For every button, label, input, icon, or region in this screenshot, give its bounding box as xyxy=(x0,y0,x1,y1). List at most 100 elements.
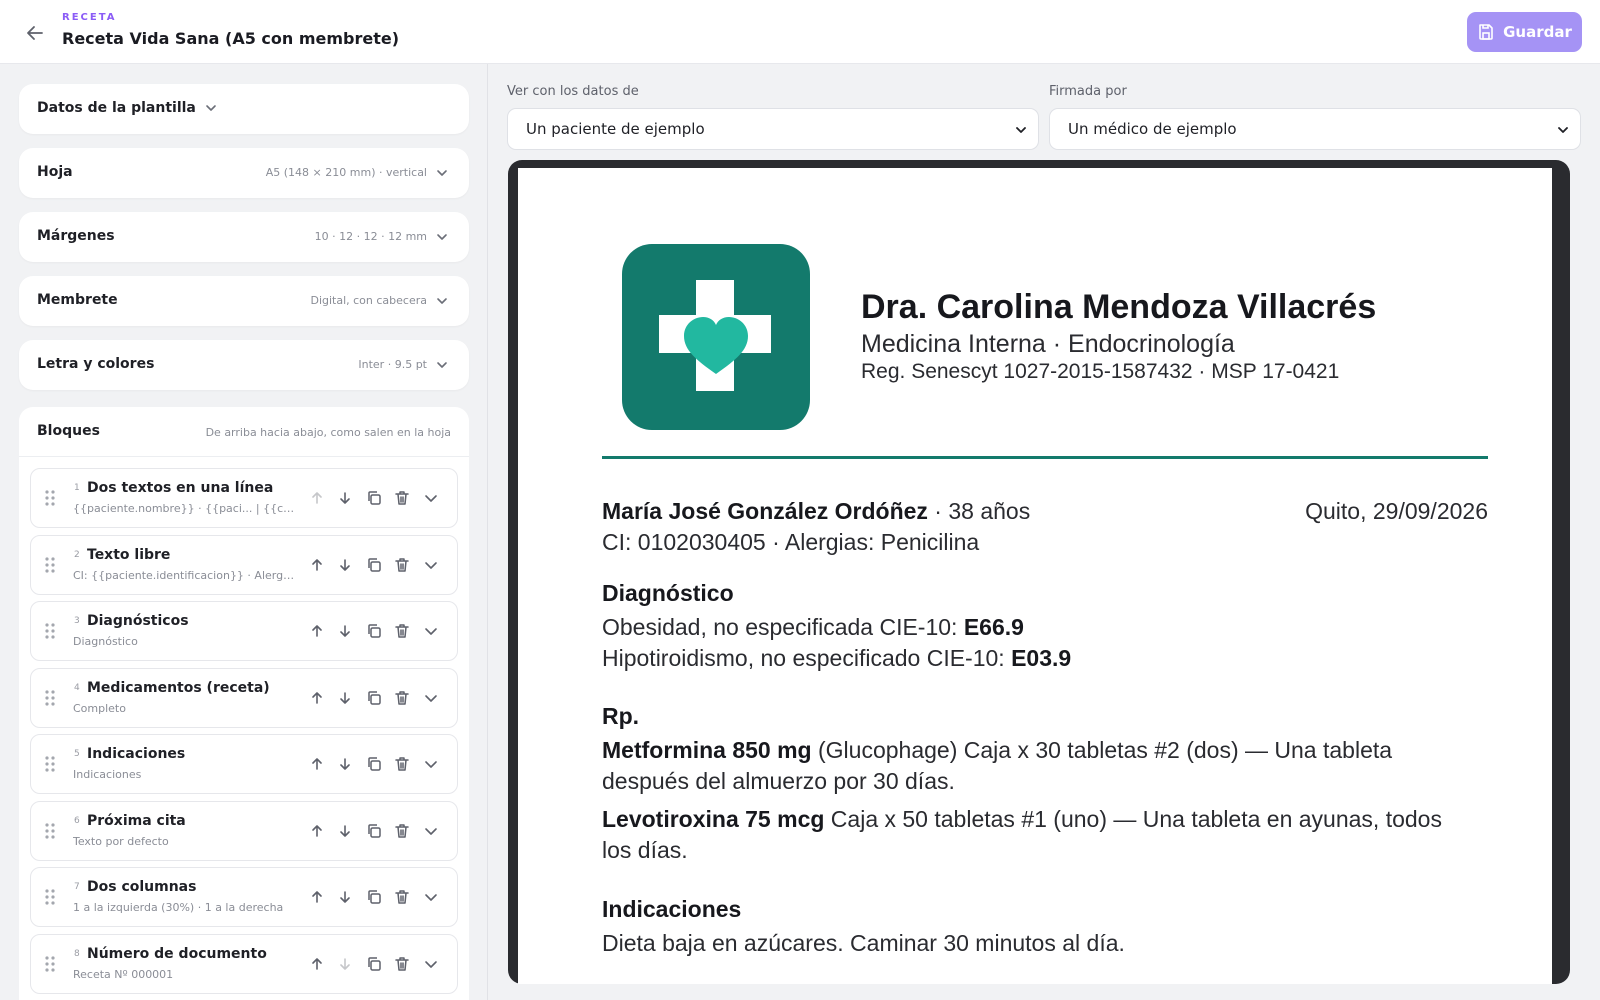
drag-handle-icon[interactable] xyxy=(43,954,57,974)
move-up-button[interactable] xyxy=(308,556,326,574)
drag-handle-icon[interactable] xyxy=(43,821,57,841)
font-colors-section[interactable]: Letra y colores Inter · 9.5 pt xyxy=(19,340,469,390)
expand-button[interactable] xyxy=(422,822,440,840)
block-item[interactable]: 1 Dos textos en una línea {{paciente.nombr… xyxy=(30,468,458,528)
chevron-down-icon xyxy=(1016,127,1026,133)
move-down-button[interactable] xyxy=(336,622,354,640)
expand-button[interactable] xyxy=(422,556,440,574)
duplicate-button[interactable] xyxy=(365,622,383,640)
top-bar: RECETA Receta Vida Sana (A5 con membrete… xyxy=(0,0,1600,64)
delete-button[interactable] xyxy=(393,822,411,840)
move-up-button[interactable] xyxy=(308,755,326,773)
move-up-button[interactable] xyxy=(308,489,326,507)
chevron-down-icon xyxy=(425,827,437,835)
block-name: Medicamentos (receta) xyxy=(87,679,270,696)
back-button[interactable] xyxy=(22,20,48,46)
block-item[interactable]: 8 Número de documento Receta Nº 000001 xyxy=(30,933,458,994)
margins-section[interactable]: Márgenes 10 · 12 · 12 · 12 mm xyxy=(19,212,469,262)
move-down-button[interactable] xyxy=(336,755,354,773)
move-down-button[interactable] xyxy=(336,489,354,507)
duplicate-button[interactable] xyxy=(365,556,383,574)
chevron-down-icon xyxy=(425,960,437,968)
expand-button[interactable] xyxy=(422,755,440,773)
preview-area: Ver con los datos de Un paciente de ejem… xyxy=(489,64,1600,1000)
arrow-up-icon xyxy=(312,758,322,770)
move-down-button[interactable] xyxy=(336,888,354,906)
template-data-section[interactable]: Datos de la plantilla xyxy=(19,84,469,134)
expand-button[interactable] xyxy=(422,489,440,507)
expand-button[interactable] xyxy=(422,955,440,973)
move-up-button[interactable] xyxy=(308,689,326,707)
patient-line: María José González Ordóñez · 38 años xyxy=(602,498,1030,525)
doctor-select[interactable]: Un médico de ejemplo xyxy=(1049,108,1581,150)
medical-cross-heart-icon xyxy=(659,280,771,391)
delete-button[interactable] xyxy=(393,755,411,773)
copy-icon xyxy=(368,624,381,638)
block-number: 2 xyxy=(74,549,80,560)
duplicate-button[interactable] xyxy=(365,489,383,507)
expand-button[interactable] xyxy=(422,888,440,906)
drag-handle-icon[interactable] xyxy=(43,887,57,907)
block-item[interactable]: 2 Texto libre CI: {{paciente.identificacio… xyxy=(30,534,458,595)
duplicate-button[interactable] xyxy=(365,755,383,773)
block-number: 8 xyxy=(74,948,80,959)
delete-button[interactable] xyxy=(393,689,411,707)
expand-button[interactable] xyxy=(422,689,440,707)
delete-button[interactable] xyxy=(393,622,411,640)
move-up-button[interactable] xyxy=(308,822,326,840)
block-item[interactable]: 4 Medicamentos (receta) Completo xyxy=(30,667,458,728)
save-button[interactable]: Guardar xyxy=(1467,12,1582,52)
duplicate-button[interactable] xyxy=(365,689,383,707)
letterhead-divider xyxy=(602,456,1488,459)
sheet-section[interactable]: Hoja A5 (148 × 210 mm) · vertical xyxy=(19,148,469,198)
block-item[interactable]: 6 Próxima cita Texto por defecto xyxy=(30,800,458,861)
delete-button[interactable] xyxy=(393,489,411,507)
block-item[interactable]: 5 Indicaciones Indicaciones xyxy=(30,734,458,794)
delete-button[interactable] xyxy=(393,556,411,574)
delete-button[interactable] xyxy=(393,955,411,973)
block-summary: {{paciente.nombre}} · {{paci... | {{clin… xyxy=(73,502,295,515)
duplicate-button[interactable] xyxy=(365,822,383,840)
patient-age: · 38 años xyxy=(927,498,1031,524)
copy-icon xyxy=(368,890,381,904)
save-button-label: Guardar xyxy=(1503,23,1572,41)
move-down-button[interactable] xyxy=(336,955,354,973)
doctor-specialty: Medicina Interna · Endocrinología xyxy=(861,330,1235,358)
expand-button[interactable] xyxy=(422,622,440,640)
chevron-down-icon xyxy=(437,234,447,240)
move-up-button[interactable] xyxy=(308,888,326,906)
medication-line: Metformina 850 mg (Glucophage) Caja x 30… xyxy=(602,737,1393,763)
block-item[interactable]: 7 Dos columnas 1 a la izquierda (30%) · 1 … xyxy=(30,867,458,927)
drag-handle-icon[interactable] xyxy=(43,488,57,508)
medication-line: Levotiroxina 75 mcg Caja x 50 tabletas #… xyxy=(602,806,1442,832)
move-up-button[interactable] xyxy=(308,622,326,640)
diagnosis-title: Diagnóstico xyxy=(602,580,734,606)
move-up-button[interactable] xyxy=(308,955,326,973)
block-number: 7 xyxy=(74,882,80,892)
block-name: Dos columnas xyxy=(87,879,197,895)
margins-label: Márgenes xyxy=(37,228,115,244)
block-number: 6 xyxy=(74,815,80,826)
arrow-down-icon xyxy=(340,558,350,571)
block-item[interactable]: 3 Diagnósticos Diagnóstico xyxy=(30,601,458,661)
move-down-button[interactable] xyxy=(336,556,354,574)
duplicate-button[interactable] xyxy=(365,888,383,906)
drag-handle-icon[interactable] xyxy=(43,754,57,774)
arrow-down-icon xyxy=(340,758,350,770)
move-down-button[interactable] xyxy=(336,822,354,840)
letterhead-section[interactable]: Membrete Digital, con cabecera xyxy=(19,276,469,326)
arrow-up-icon xyxy=(312,558,322,571)
doctor-registration: Reg. Senescyt 1027-2015-1587432 · MSP 17… xyxy=(861,360,1340,383)
diagnosis-line: Obesidad, no especificada CIE-10: E66.9 xyxy=(602,614,1024,640)
drag-handle-icon[interactable] xyxy=(43,555,57,575)
template-data-label: Datos de la plantilla xyxy=(37,100,196,116)
move-down-button[interactable] xyxy=(336,689,354,707)
copy-icon xyxy=(368,491,381,505)
chevron-down-icon xyxy=(437,298,447,304)
patient-select[interactable]: Un paciente de ejemplo xyxy=(507,108,1039,150)
save-icon xyxy=(1479,24,1493,40)
drag-handle-icon[interactable] xyxy=(43,688,57,708)
duplicate-button[interactable] xyxy=(365,955,383,973)
delete-button[interactable] xyxy=(393,888,411,906)
drag-handle-icon[interactable] xyxy=(43,621,57,641)
